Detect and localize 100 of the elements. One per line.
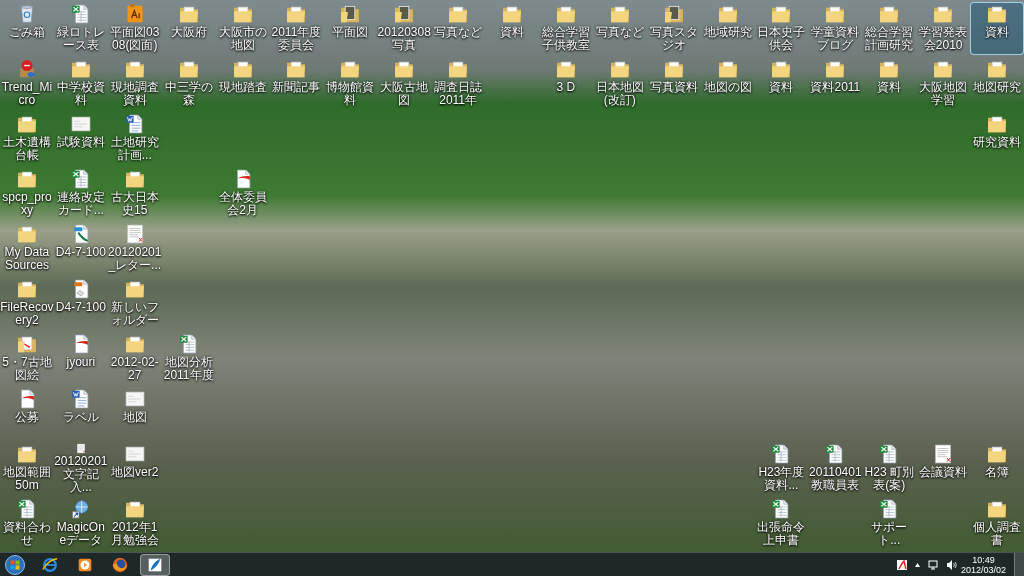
document-icon bbox=[69, 388, 92, 410]
clock-time: 10:49 bbox=[972, 554, 995, 565]
desktop-shortcut[interactable]: H23年度資料... bbox=[754, 442, 809, 495]
desktop-shortcut[interactable]: 試験資料 bbox=[53, 112, 108, 165]
desktop-shortcut[interactable]: 資料 bbox=[970, 2, 1024, 55]
desktop-shortcut[interactable]: 土地研究計画... bbox=[107, 112, 162, 165]
desktop-shortcut[interactable]: 2012年1月勉強会 bbox=[107, 497, 162, 550]
desktop-shortcut[interactable]: 学習発表会2010 bbox=[916, 2, 971, 55]
desktop-shortcut[interactable]: D4-7-100 bbox=[53, 277, 108, 330]
desktop-shortcut[interactable]: 2011年度委員会 bbox=[269, 2, 324, 55]
desktop-shortcut[interactable]: サポート... bbox=[862, 497, 917, 550]
desktop-shortcut[interactable]: My Data Sources bbox=[0, 222, 54, 275]
desktop-shortcut[interactable]: 大阪地図学習 bbox=[916, 57, 971, 110]
desktop-shortcut[interactable]: Trend_Micro bbox=[0, 57, 54, 110]
desktop-shortcut[interactable]: 地図 bbox=[107, 387, 162, 440]
desktop-shortcut[interactable]: 日本地図(改訂) bbox=[592, 57, 647, 110]
desktop-shortcut[interactable]: 総合学習子供教室 bbox=[538, 2, 593, 55]
desktop-shortcut[interactable]: 平面図0308(図面) bbox=[107, 2, 162, 55]
desktop-shortcut[interactable]: 調査日誌2011年 bbox=[431, 57, 486, 110]
desktop-shortcut[interactable]: 大阪市の地図 bbox=[215, 2, 270, 55]
desktop-shortcut[interactable]: 総合学習計画研究 bbox=[862, 2, 917, 55]
desktop-shortcut[interactable]: D4-7-100 bbox=[53, 222, 108, 275]
photo-folder-icon bbox=[393, 3, 416, 25]
desktop-shortcut[interactable]: ごみ箱 bbox=[0, 2, 54, 55]
desktop-shortcut[interactable]: 写真など bbox=[431, 2, 486, 55]
desktop-shortcut[interactable]: 3 D bbox=[538, 57, 593, 110]
desktop-shortcut[interactable]: 5・7古地図絵 bbox=[0, 332, 54, 385]
clock-date: 2012/03/02 bbox=[960, 564, 1006, 575]
desktop-shortcut[interactable]: 地図範囲50m bbox=[0, 442, 54, 495]
folder-icon bbox=[15, 278, 38, 300]
acrobat-icon[interactable] bbox=[895, 558, 908, 571]
desktop-shortcut[interactable]: 写真資料 bbox=[646, 57, 701, 110]
desktop-shortcut[interactable]: 連絡改定カード... bbox=[53, 167, 108, 220]
desktop-shortcut[interactable]: 大阪古地図 bbox=[377, 57, 432, 110]
desktop-shortcut[interactable]: 地図ver2 bbox=[107, 442, 162, 495]
desktop-shortcut[interactable]: 資料合わせ bbox=[0, 497, 54, 550]
desktop-shortcut[interactable]: 資料2011 bbox=[808, 57, 863, 110]
desktop-shortcut[interactable]: 現地踏査 bbox=[215, 57, 270, 110]
desktop-shortcut[interactable]: 地図研究 bbox=[970, 57, 1024, 110]
desktop-shortcut[interactable]: 研究資料 bbox=[970, 112, 1024, 165]
desktop-shortcut[interactable]: 全体委員会2月 bbox=[215, 167, 270, 220]
desktop-shortcut[interactable]: 20120201文字記入... bbox=[53, 442, 108, 495]
desktop-shortcut[interactable]: 古大日本史15 bbox=[107, 167, 162, 220]
desktop-shortcut[interactable]: 個人調査書 bbox=[970, 497, 1024, 550]
desktop-shortcut[interactable]: 写真など bbox=[592, 2, 647, 55]
desktop-shortcut[interactable]: 土木遺構台帳 bbox=[0, 112, 54, 165]
desktop-shortcut[interactable]: spcp_proxy bbox=[0, 167, 54, 220]
folder-icon bbox=[285, 58, 308, 80]
desktop-shortcut[interactable]: 平面図 bbox=[323, 2, 378, 55]
desktop-shortcut[interactable]: 資料 bbox=[862, 57, 917, 110]
desktop-shortcut[interactable]: 写真スタジオ bbox=[646, 2, 701, 55]
desktop-shortcut[interactable]: 会議資料 bbox=[916, 442, 971, 495]
desktop-shortcut[interactable]: 博物館資料 bbox=[323, 57, 378, 110]
start-button[interactable] bbox=[3, 553, 27, 576]
folder-icon bbox=[824, 58, 847, 80]
desktop-shortcut[interactable]: 20120201_レター... bbox=[107, 222, 162, 275]
volume-icon[interactable] bbox=[944, 558, 957, 571]
pdf-folder-icon bbox=[15, 333, 38, 355]
taskbar-app-button[interactable] bbox=[140, 553, 170, 576]
desktop-shortcut[interactable]: 地図の図 bbox=[700, 57, 755, 110]
folder-icon bbox=[393, 58, 416, 80]
folder-icon bbox=[986, 58, 1009, 80]
folder-icon bbox=[878, 58, 901, 80]
spreadsheet-icon bbox=[15, 498, 38, 520]
desktop-shortcut[interactable]: 大阪府 bbox=[161, 2, 216, 55]
desktop-shortcut[interactable]: 緑ロトレース表 bbox=[53, 2, 108, 55]
desktop-shortcut[interactable]: jyouri bbox=[53, 332, 108, 385]
browser-e-icon bbox=[41, 555, 59, 574]
desktop-shortcut[interactable]: 出張命令上申書 bbox=[754, 497, 809, 550]
desktop-shortcut[interactable]: 資料 bbox=[754, 57, 809, 110]
folder-icon bbox=[770, 3, 793, 25]
desktop-shortcut[interactable]: 新聞記事 bbox=[269, 57, 324, 110]
image-file-icon bbox=[123, 388, 146, 410]
folder-icon bbox=[447, 58, 470, 80]
desktop-shortcut[interactable]: 地域研究 bbox=[700, 2, 755, 55]
desktop-shortcut[interactable]: 現地調査資料 bbox=[107, 57, 162, 110]
desktop-shortcut[interactable]: MagicOneデータ bbox=[53, 497, 108, 550]
image-file-icon bbox=[123, 443, 146, 465]
desktop-shortcut[interactable]: 2012-02-27 bbox=[107, 332, 162, 385]
desktop-shortcut[interactable]: 中三学の森 bbox=[161, 57, 216, 110]
desktop-shortcut[interactable]: 新しいフォルダー bbox=[107, 277, 162, 330]
folder-icon bbox=[15, 113, 38, 135]
folder-icon bbox=[15, 443, 38, 465]
spreadsheet-icon bbox=[177, 333, 200, 355]
folder-icon bbox=[878, 3, 901, 25]
desktop-shortcut[interactable]: 地図分析2011年度 bbox=[161, 332, 216, 385]
desktop-shortcut[interactable]: 20120308写真 bbox=[377, 2, 432, 55]
desktop-shortcut[interactable]: 日本史子供会 bbox=[754, 2, 809, 55]
desktop-shortcut[interactable]: 名簿 bbox=[970, 442, 1024, 495]
network-icon[interactable] bbox=[926, 558, 939, 571]
desktop-shortcut[interactable]: 20110401 教職員表 bbox=[808, 442, 863, 495]
desktop-shortcut[interactable]: FileRecovery2 bbox=[0, 277, 54, 330]
document-icon bbox=[123, 113, 146, 135]
desktop-shortcut[interactable]: 資料 bbox=[485, 2, 539, 55]
spreadsheet-icon bbox=[69, 3, 92, 25]
desktop-shortcut[interactable]: H23 町別表(案) bbox=[862, 442, 917, 495]
desktop-shortcut[interactable]: 中学校資料 bbox=[53, 57, 108, 110]
desktop-shortcut[interactable]: ラベル bbox=[53, 387, 108, 440]
desktop-shortcut[interactable]: 公募 bbox=[0, 387, 54, 440]
desktop-shortcut[interactable]: 学童資料ブログ bbox=[808, 2, 863, 55]
